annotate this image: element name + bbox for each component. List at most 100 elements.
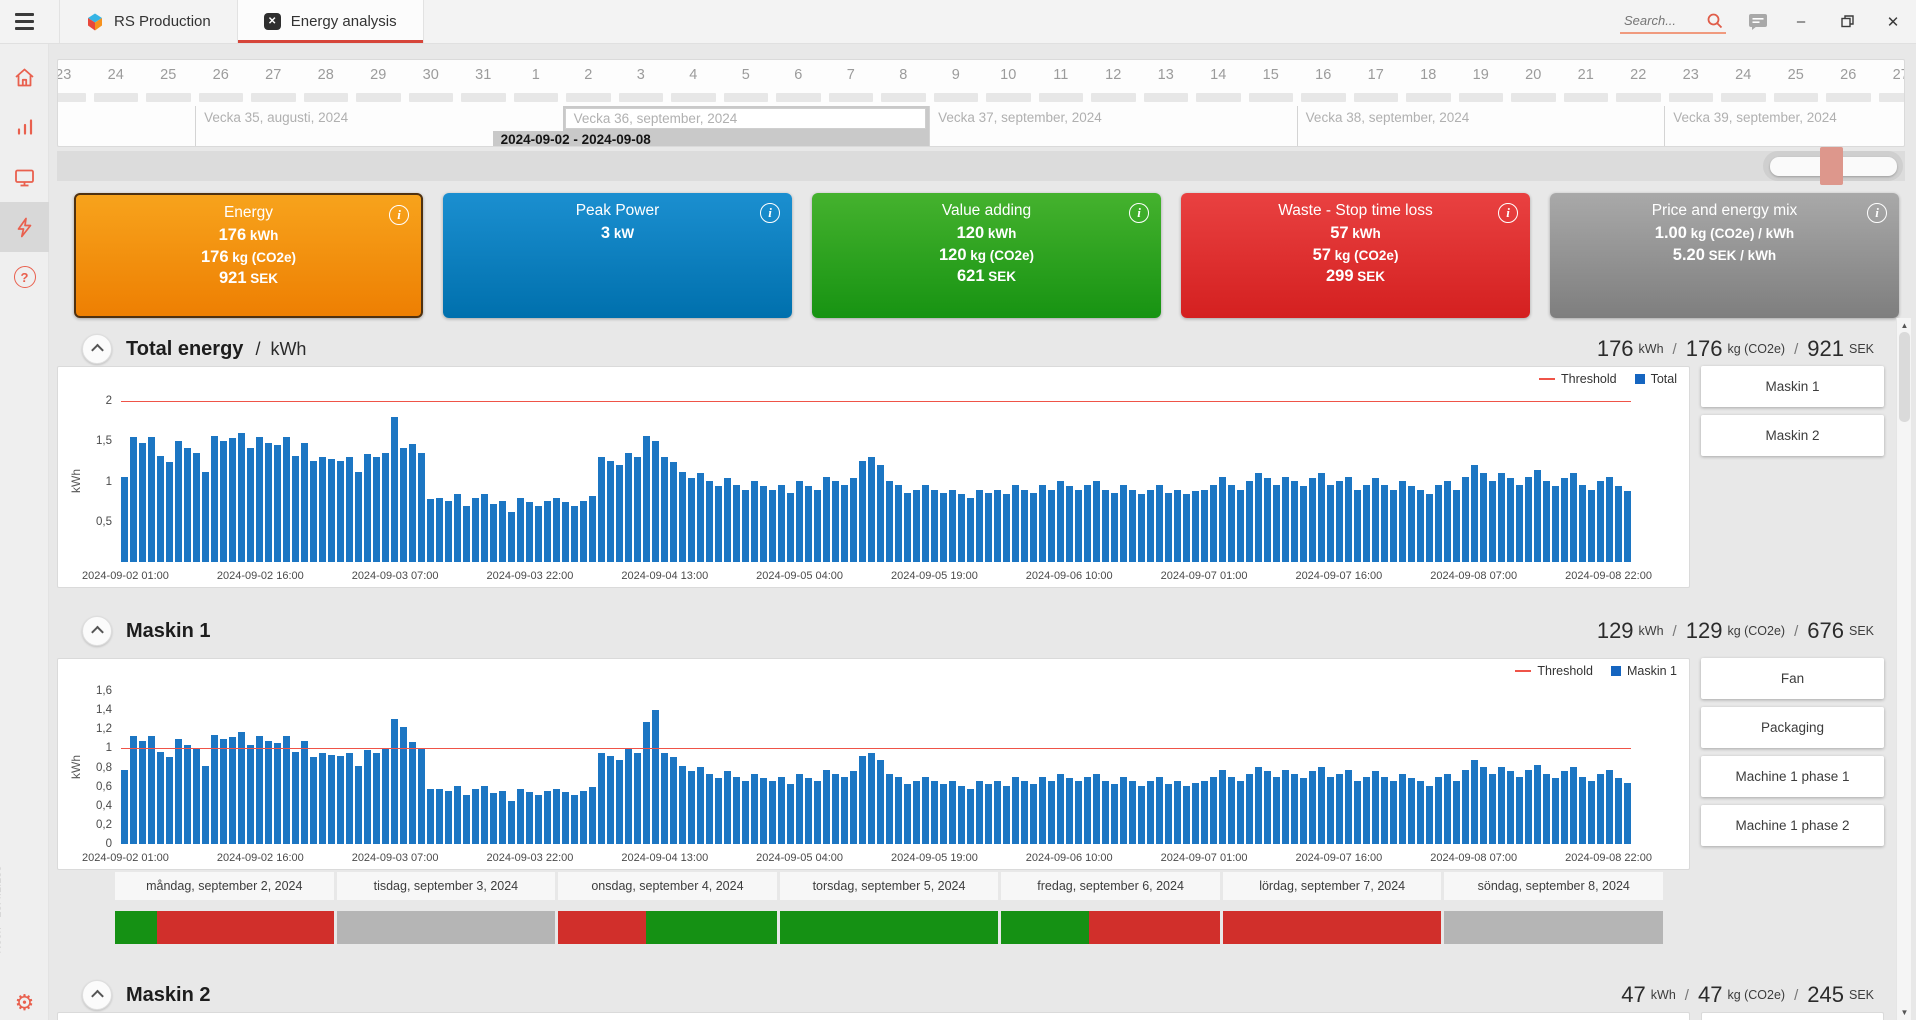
timeline-day-tick[interactable]: [251, 93, 296, 102]
timeline-day-tick[interactable]: [1669, 93, 1714, 102]
sidebar-item-reports[interactable]: [0, 102, 49, 152]
timeline-day-tick[interactable]: [671, 93, 716, 102]
timeline-day-tick[interactable]: [776, 93, 821, 102]
timeline-day-tick[interactable]: [304, 93, 349, 102]
timeline-week-cell[interactable]: [57, 106, 195, 146]
menu-icon[interactable]: [0, 0, 49, 43]
sidebar-item-energy[interactable]: [0, 202, 49, 252]
scrollbar-thumb[interactable]: [1899, 332, 1910, 422]
timeline-day-tick[interactable]: [829, 93, 874, 102]
info-icon[interactable]: i: [389, 205, 409, 225]
scroll-down-arrow[interactable]: ▼: [1897, 1008, 1912, 1017]
restore-button[interactable]: [1824, 0, 1870, 44]
legend-item-maskin-1[interactable]: Maskin 1: [1611, 664, 1677, 678]
timeline-day-tick[interactable]: [1354, 93, 1399, 102]
legend-item-threshold[interactable]: Threshold: [1515, 664, 1593, 678]
search-box[interactable]: [1620, 10, 1726, 34]
timeline-day-tick[interactable]: [1774, 93, 1819, 102]
timeline-day-tick[interactable]: [1301, 93, 1346, 102]
scroll-up-arrow[interactable]: ▲: [1897, 321, 1912, 330]
timeline-zoom-thumb[interactable]: [1820, 147, 1843, 185]
timeline-day-tick[interactable]: [57, 93, 86, 102]
bar: [1525, 770, 1532, 844]
collapse-total-button[interactable]: [82, 334, 112, 364]
kpi-card-energy[interactable]: Energy176 kWh176 kg (CO2e)921 SEKi: [74, 193, 423, 318]
info-icon[interactable]: i: [1498, 203, 1518, 223]
timeline-week-cell[interactable]: Vecka 38, september, 2024: [1297, 106, 1665, 146]
timeline-day-tick[interactable]: [566, 93, 611, 102]
filter-button-machine-1-phase-1[interactable]: Machine 1 phase 1: [1701, 756, 1884, 797]
filter-button-machine-1-phase-2[interactable]: Machine 1 phase 2: [1701, 805, 1884, 846]
legend-item-threshold[interactable]: Threshold: [1539, 372, 1617, 386]
sidebar-item-help[interactable]: ?: [0, 252, 49, 302]
timeline-day-tick[interactable]: [1144, 93, 1189, 102]
info-icon[interactable]: i: [1129, 203, 1149, 223]
timeline-day-tick[interactable]: [146, 93, 191, 102]
timeline-day-tick[interactable]: [1196, 93, 1241, 102]
timeline-day-tick[interactable]: [94, 93, 139, 102]
filter-button-maskin-1[interactable]: Maskin 1: [1701, 366, 1884, 407]
info-icon[interactable]: i: [760, 203, 780, 223]
timeline-scrollbar[interactable]: [57, 151, 1905, 181]
timeline-day-tick[interactable]: [724, 93, 769, 102]
timeline-day-tick[interactable]: [1406, 93, 1451, 102]
tab-energy-analysis[interactable]: ✕ Energy analysis: [238, 0, 424, 43]
bar: [661, 753, 668, 844]
filter-button-maskin-2[interactable]: Maskin 2: [1701, 415, 1884, 456]
timeline-day-tick[interactable]: [461, 93, 506, 102]
sidebar-item-home[interactable]: [0, 52, 49, 102]
timeline-week-selected[interactable]: Vecka 36, september, 20242024-09-02 - 20…: [563, 106, 930, 146]
stat-value: 47: [1698, 982, 1722, 1008]
timeline-day-tick[interactable]: [1091, 93, 1136, 102]
timeline-panel[interactable]: 2324252627282930311234567891011121314151…: [57, 59, 1905, 147]
feedback-chat-icon[interactable]: [1748, 13, 1768, 31]
maskin2-stats: 47kWh/47kg (CO2e)/245SEK: [1621, 978, 1874, 1012]
timeline-week-cell[interactable]: Vecka 39, september, 2024: [1664, 106, 1905, 146]
sidebar-item-monitor[interactable]: [0, 152, 49, 202]
bar: [589, 496, 596, 562]
timeline-day-tick[interactable]: [1511, 93, 1556, 102]
minimize-button[interactable]: –: [1778, 0, 1824, 44]
bar: [454, 786, 461, 844]
search-input[interactable]: [1622, 12, 1706, 29]
kpi-card-peak-power[interactable]: Peak Power3 kWi: [443, 193, 792, 318]
settings-gear-icon[interactable]: ⚙: [0, 990, 49, 1016]
week-label: Vecka 38, september, 2024: [1298, 106, 1665, 125]
bar: [859, 756, 866, 844]
timeline-day-tick[interactable]: [934, 93, 979, 102]
kpi-card-waste-stop-time-loss[interactable]: Waste - Stop time loss57 kWh57 kg (CO2e)…: [1181, 193, 1530, 318]
bar: [1417, 490, 1424, 562]
tab-rs-production[interactable]: RS Production: [59, 0, 238, 43]
timeline-day-tick[interactable]: [199, 93, 244, 102]
timeline-day-tick[interactable]: [1564, 93, 1609, 102]
filter-button-packaging[interactable]: Packaging: [1701, 707, 1884, 748]
main-scrollbar[interactable]: ▲ ▼: [1896, 318, 1911, 1020]
timeline-day-tick[interactable]: [619, 93, 664, 102]
collapse-maskin2-button[interactable]: [82, 980, 112, 1010]
bar: [634, 457, 641, 562]
close-button[interactable]: ✕: [1870, 0, 1916, 44]
collapse-maskin1-button[interactable]: [82, 616, 112, 646]
timeline-week-cell[interactable]: Vecka 37, september, 2024: [929, 106, 1297, 146]
timeline-day-tick[interactable]: [881, 93, 926, 102]
bar: [283, 736, 290, 844]
timeline-day-tick[interactable]: [1826, 93, 1871, 102]
kpi-card-value-adding[interactable]: Value adding120 kWh120 kg (CO2e)621 SEKi: [812, 193, 1161, 318]
timeline-day-tick[interactable]: [409, 93, 454, 102]
timeline-day-tick[interactable]: [1249, 93, 1294, 102]
filter-button-fan[interactable]: Fan: [1701, 658, 1884, 699]
timeline-day-tick[interactable]: [986, 93, 1031, 102]
timeline-day-tick[interactable]: [1721, 93, 1766, 102]
timeline-day-tick[interactable]: [1039, 93, 1084, 102]
info-icon[interactable]: i: [1867, 203, 1887, 223]
bar: [1129, 490, 1136, 562]
kpi-card-price-and-energy-mix[interactable]: Price and energy mix1.00 kg (CO2e) / kWh…: [1550, 193, 1899, 318]
search-icon[interactable]: [1706, 12, 1724, 30]
timeline-day-tick[interactable]: [514, 93, 559, 102]
timeline-day-tick[interactable]: [1459, 93, 1504, 102]
timeline-day-tick[interactable]: [1879, 93, 1906, 102]
timeline-day-tick[interactable]: [356, 93, 401, 102]
timeline-day-tick[interactable]: [1616, 93, 1661, 102]
bar: [1345, 477, 1352, 562]
legend-item-total[interactable]: Total: [1635, 372, 1677, 386]
